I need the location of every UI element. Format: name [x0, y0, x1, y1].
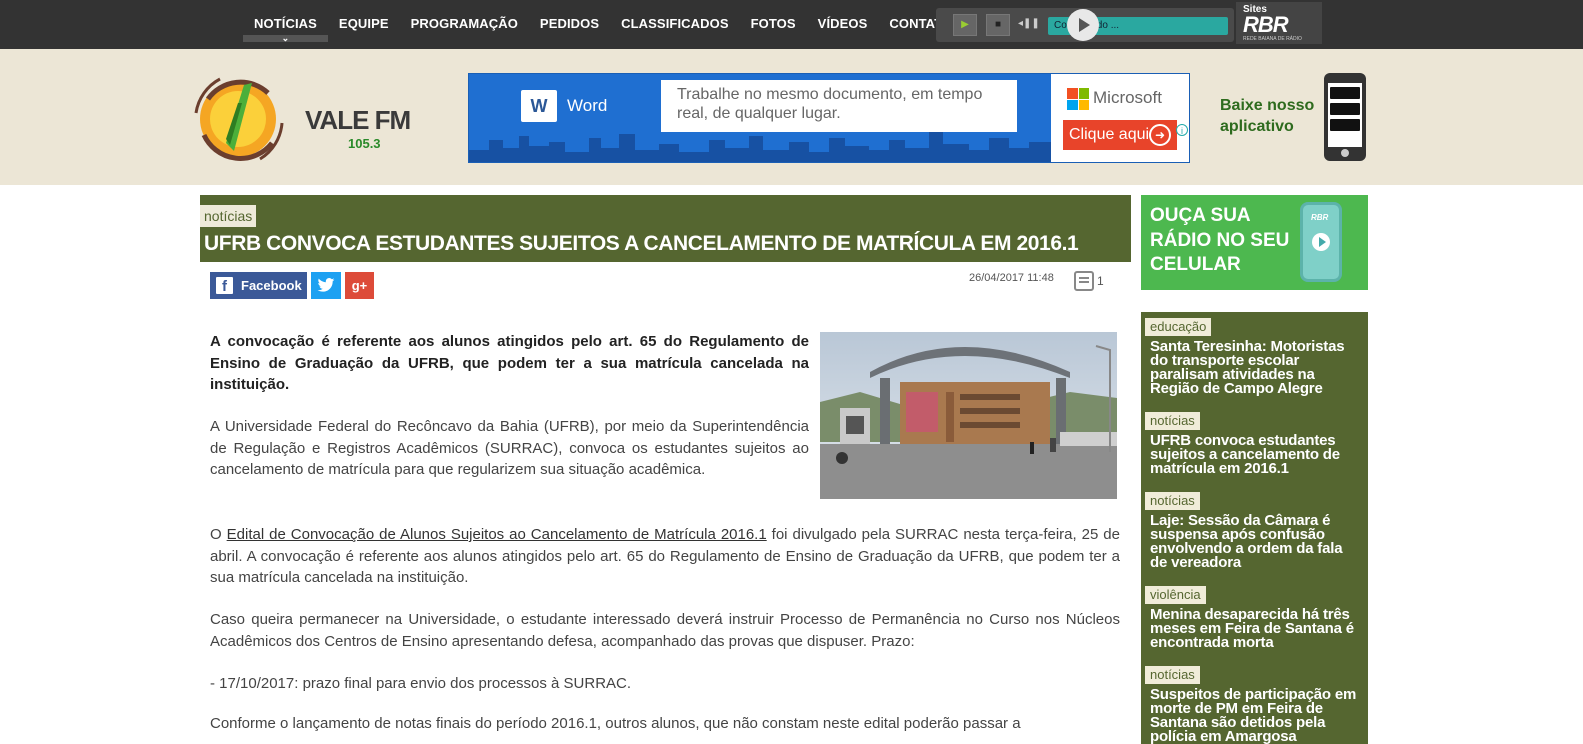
radio-player: ▶ ■ ◂❚❚ Conectando ...: [936, 8, 1234, 42]
news-title[interactable]: Laje: Sessão da Câmara é suspensa após c…: [1150, 513, 1362, 570]
promo-line2: RÁDIO NO SEU: [1150, 229, 1290, 251]
article-paragraph-1: A Universidade Federal do Recôncavo da B…: [210, 418, 809, 478]
news-item[interactable]: notícias Laje: Sessão da Câmara é suspen…: [1145, 492, 1362, 570]
nav-item-label: EQUIPE: [338, 16, 389, 31]
ad-brand-panel: Microsoft Clique aqui ➜: [1051, 74, 1189, 162]
vale-fm-logo[interactable]: VALE FM 105.3: [190, 73, 430, 165]
news-title[interactable]: Suspeitos de participação em morte de PM…: [1150, 687, 1362, 744]
ad-brand-name: Microsoft: [1093, 88, 1162, 107]
nav-item-pedidos[interactable]: PEDIDOS: [529, 0, 610, 49]
site-header: VALE FM 105.3 W Word Trabalhe no mesmo d…: [0, 49, 1583, 185]
nav-item-classificados[interactable]: CLASSIFICADOS: [610, 0, 739, 49]
main-nav: NOTÍCIAS ⌄ EQUIPE PROGRAMAÇÃO PEDIDOS CL…: [243, 0, 963, 49]
news-category[interactable]: educação: [1145, 318, 1212, 336]
related-news-panel: educação Santa Teresinha: Motoristas do …: [1141, 312, 1368, 744]
promo-line3: CELULAR: [1150, 254, 1241, 275]
twitter-icon: [317, 278, 335, 292]
promo-text: OUÇA SUA RÁDIO NO SEU CELULAR: [1150, 204, 1289, 278]
arrow-right-icon: ➜: [1149, 124, 1171, 146]
news-item[interactable]: notícias UFRB convoca estudantes sujeito…: [1145, 412, 1362, 476]
top-navigation-bar: NOTÍCIAS ⌄ EQUIPE PROGRAMAÇÃO PEDIDOS CL…: [0, 0, 1583, 49]
promo-line1: OUÇA SUA: [1150, 205, 1251, 226]
google-plus-share-button[interactable]: g+: [345, 272, 374, 299]
app-promo-line2: aplicativo: [1220, 118, 1294, 135]
nav-item-fotos[interactable]: FOTOS: [740, 0, 807, 49]
article-paragraph-5: Conforme o lançamento de notas finais do…: [210, 715, 1021, 732]
phone-icon: RBR: [1300, 202, 1342, 282]
app-store-badge-icon: [1330, 103, 1360, 115]
volume-icon[interactable]: ◂❚❚: [1018, 18, 1040, 29]
logo-frequency: 105.3: [348, 136, 381, 151]
app-promo-line1: Baixe nosso: [1220, 97, 1315, 114]
article-category-tag[interactable]: notícias: [200, 205, 257, 227]
article-paragraph-4: - 17/10/2017: prazo final para envio dos…: [210, 675, 632, 692]
app-promo-text: Baixe nosso aplicativo: [1220, 95, 1314, 137]
news-item[interactable]: notícias Suspeitos de participação em mo…: [1145, 666, 1362, 744]
word-icon: W: [521, 90, 557, 122]
article-lead: A convocação é referente aos alunos atin…: [210, 333, 809, 393]
logo-emblem-icon: [194, 77, 284, 161]
nav-item-noticias[interactable]: NOTÍCIAS ⌄: [243, 0, 328, 49]
city-skyline-illustration: [469, 132, 1051, 162]
google-play-badge-icon: [1330, 87, 1360, 99]
promo-phone-label: RBR: [1311, 213, 1329, 222]
rbr-logo-text: RBR: [1243, 12, 1289, 37]
nav-item-label: VÍDEOS: [817, 16, 868, 31]
facebook-share-label: Facebook: [241, 278, 302, 293]
campus-building-photo: [820, 332, 1117, 499]
news-title[interactable]: UFRB convoca estudantes sujeitos a cance…: [1150, 433, 1362, 476]
edital-link[interactable]: Edital de Convocação de Alunos Sujeitos …: [227, 526, 767, 543]
article-photo[interactable]: [820, 332, 1117, 499]
nav-item-label: FOTOS: [750, 16, 796, 31]
news-category[interactable]: notícias: [1145, 412, 1200, 430]
rbr-subtitle: REDE BAIANA DE RÁDIO: [1243, 36, 1302, 42]
news-item[interactable]: violência Menina desaparecida há três me…: [1145, 586, 1362, 650]
microsoft-word-ad[interactable]: W Word Trabalhe no mesmo documento, em t…: [468, 73, 1190, 163]
stop-icon[interactable]: ■: [986, 14, 1010, 36]
nav-item-label: CLASSIFICADOS: [621, 16, 729, 31]
twitter-share-button[interactable]: [311, 272, 341, 299]
nav-item-label: PROGRAMAÇÃO: [410, 16, 518, 31]
facebook-share-button[interactable]: f Facebook: [210, 272, 307, 299]
facebook-icon: f: [216, 277, 233, 295]
ad-product-name: Word: [567, 96, 608, 115]
article-title: UFRB CONVOCA ESTUDANTES SUJEITOS A CANCE…: [204, 232, 1079, 255]
chevron-down-icon: ⌄: [281, 33, 290, 43]
radio-app-promo-banner[interactable]: OUÇA SUA RÁDIO NO SEU CELULAR RBR: [1141, 195, 1368, 290]
nav-item-label: NOTÍCIAS: [254, 16, 317, 31]
comments-link[interactable]: 1: [1074, 271, 1104, 293]
play-icon[interactable]: ▶: [953, 14, 977, 36]
ad-cta-button[interactable]: Clique aqui ➜: [1063, 120, 1177, 150]
nav-item-videos[interactable]: VÍDEOS: [807, 0, 879, 49]
logo-name: VALE FM: [305, 105, 411, 135]
paragraph-2-prefix: O: [210, 526, 227, 543]
news-title[interactable]: Menina desaparecida há três meses em Fei…: [1150, 607, 1362, 650]
play-button[interactable]: [1067, 9, 1099, 41]
news-item[interactable]: educação Santa Teresinha: Motoristas do …: [1145, 318, 1362, 396]
comment-icon: [1074, 271, 1094, 291]
news-title[interactable]: Santa Teresinha: Motoristas do transport…: [1150, 339, 1362, 396]
smartphone-icon: [1324, 73, 1366, 161]
microsoft-logo-icon: [1067, 88, 1089, 110]
news-category[interactable]: violência: [1145, 586, 1206, 604]
ad-cta-label: Clique aqui: [1069, 126, 1150, 143]
article-date: 26/04/2017 11:48: [969, 272, 1054, 284]
rbr-sites-logo[interactable]: Sites RBR REDE BAIANA DE RÁDIO: [1236, 2, 1322, 44]
nav-item-label: PEDIDOS: [539, 16, 600, 31]
play-icon: [1312, 233, 1330, 251]
google-plus-icon: g+: [351, 278, 368, 293]
nav-item-equipe[interactable]: EQUIPE: [328, 0, 400, 49]
comment-count: 1: [1097, 274, 1104, 288]
info-icon[interactable]: i: [1176, 124, 1188, 136]
ad-message: Trabalhe no mesmo documento, em tempo re…: [661, 80, 1017, 132]
article-paragraph-3: Caso queira permanecer na Universidade, …: [210, 611, 1120, 650]
article-paragraph-2: O Edital de Convocação de Alunos Sujeito…: [210, 524, 1120, 589]
news-category[interactable]: notícias: [1145, 492, 1200, 510]
nav-item-programacao[interactable]: PROGRAMAÇÃO: [400, 0, 529, 49]
windows-store-badge-icon: [1330, 119, 1360, 131]
app-download-promo[interactable]: Baixe nosso aplicativo: [1214, 73, 1368, 163]
news-category[interactable]: notícias: [1145, 666, 1200, 684]
